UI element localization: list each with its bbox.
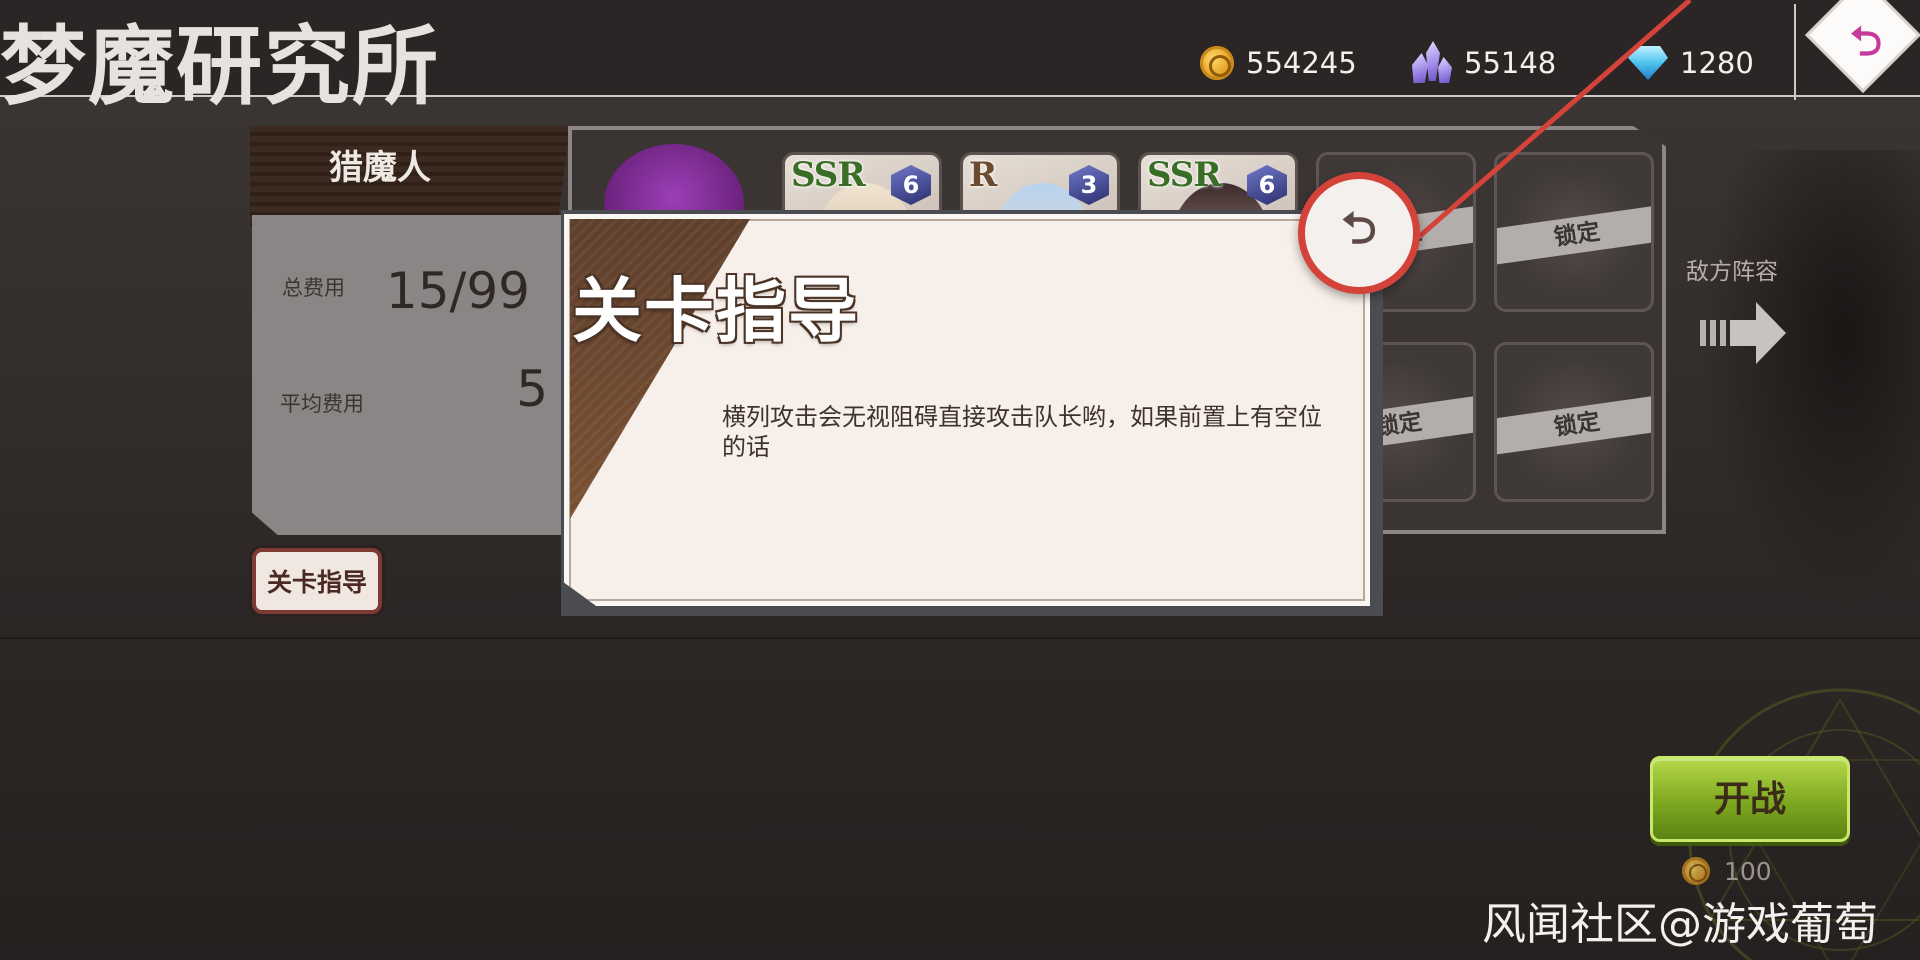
rank-badge: SSR [791, 155, 866, 195]
background-silhouette [1700, 150, 1920, 610]
stage-guide-button[interactable]: 关卡指导 [252, 548, 382, 614]
gem-amount: 1280 [1680, 46, 1754, 80]
battle-cost-value: 100 [1724, 856, 1772, 886]
watermark: 风闻社区@游戏葡萄 [1482, 899, 1878, 950]
rank-badge: SSR [1147, 155, 1222, 195]
team-name: 猎魔人 [329, 148, 431, 188]
avg-cost-label: 平均费用 [280, 392, 364, 416]
rank-badge: R [969, 155, 997, 195]
coin-icon [1200, 46, 1234, 80]
dialog-title: 关卡指导 [572, 269, 860, 352]
back-button[interactable]: ⮌ [1794, 0, 1920, 116]
total-cost-label: 总费用 [282, 276, 345, 300]
enemy-lineup-label[interactable]: 敌方阵容 [1686, 252, 1778, 286]
currency-gold[interactable]: 554245 [1200, 42, 1357, 84]
start-battle-button[interactable]: 开战 [1650, 756, 1850, 842]
gem-icon [1628, 46, 1668, 80]
background-divider [0, 637, 1920, 639]
return-arrow-icon: ⮌ [1341, 202, 1377, 254]
avg-cost-value: 5 [516, 360, 548, 418]
currency-crystal[interactable]: 55148 [1412, 41, 1557, 85]
currency-gem[interactable]: 1280 [1628, 42, 1754, 84]
locked-slot[interactable]: 锁定 [1494, 152, 1654, 312]
dialog-message: 横列攻击会无视阻碍直接攻击队长哟，如果前置上有空位的话 [722, 403, 1322, 461]
back-arrow-icon: ⮌ [1849, 19, 1883, 65]
total-cost-value: 15/99 [385, 262, 530, 320]
dialog-close-button[interactable]: ⮌ [1298, 172, 1420, 294]
coin-icon [1682, 857, 1710, 885]
crystal-icon [1412, 41, 1452, 85]
locked-slot[interactable]: 锁定 [1494, 342, 1654, 502]
crystal-amount: 55148 [1464, 46, 1557, 80]
back-separator [1794, 4, 1796, 100]
battle-cost: 100 [1682, 855, 1772, 887]
enemy-lineup-arrow-icon[interactable] [1700, 298, 1788, 368]
page-title: 梦魔研究所 [0, 16, 440, 117]
gold-amount: 554245 [1246, 46, 1357, 80]
